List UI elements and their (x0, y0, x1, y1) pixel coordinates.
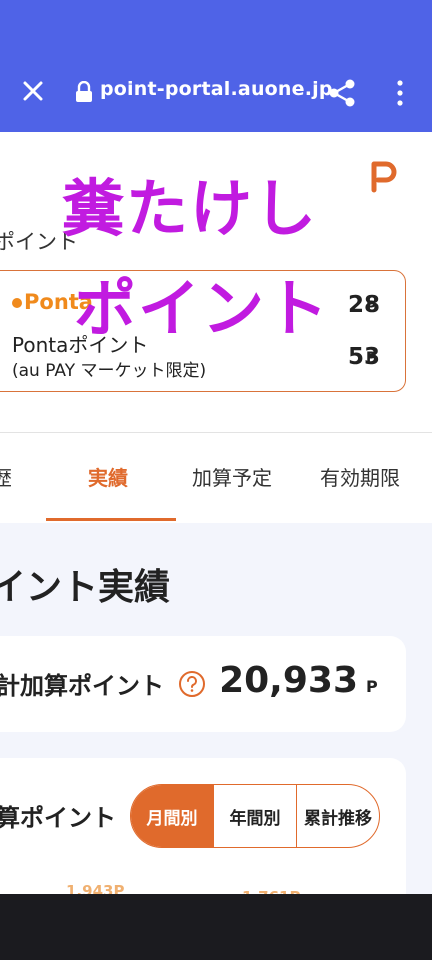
ponta-unit: P (366, 299, 377, 315)
period-toggle: 月間別 年間別 累計推移 (130, 784, 380, 848)
tab-history[interactable]: 歴 (0, 462, 12, 491)
toggle-cumulative[interactable]: 累計推移 (296, 785, 379, 847)
total-points-unit: P (366, 677, 378, 696)
help-icon[interactable] (178, 670, 206, 698)
section-title: イント実績 (0, 567, 171, 608)
total-points-label: 計加算ポイント (0, 672, 164, 700)
p-logo-icon (371, 161, 397, 193)
ponta-limited-unit: P (366, 350, 377, 366)
ponta-dot-icon (12, 298, 22, 308)
tab-expiry[interactable]: 有効期限 (320, 462, 400, 491)
ponta-limited-sub: (au PAY マーケット限定) (12, 361, 207, 381)
lock-icon (76, 81, 92, 102)
toggle-monthly[interactable]: 月間別 (131, 785, 213, 847)
system-nav-bar (0, 894, 432, 960)
tab-results[interactable]: 実績 (88, 462, 128, 491)
total-points-value: 20,933 (219, 660, 358, 701)
more-vert-icon[interactable] (392, 78, 408, 108)
close-icon[interactable] (18, 76, 48, 106)
tab-active-indicator (46, 518, 176, 521)
url-bar[interactable]: point-portal.auone.jp (100, 78, 333, 100)
overlay-text-name: 糞たけし (62, 172, 319, 245)
toggle-yearly[interactable]: 年間別 (213, 785, 296, 847)
overlay-text-point: ポイント (74, 272, 331, 345)
period-points-label: 算ポイント (0, 804, 116, 832)
share-icon[interactable] (328, 78, 356, 108)
browser-toolbar: point-portal.auone.jp (0, 0, 432, 132)
tab-scheduled[interactable]: 加算予定 (192, 462, 272, 491)
